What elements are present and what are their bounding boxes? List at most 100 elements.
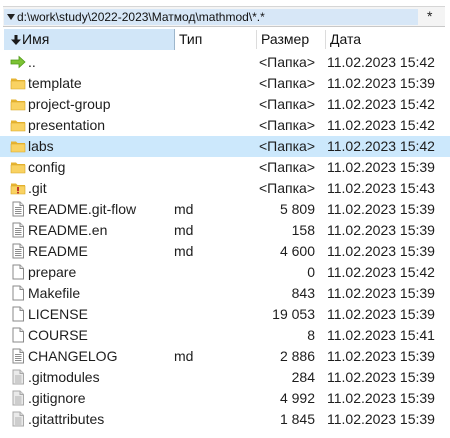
file-date: 11.02.2023 15:39 — [327, 75, 435, 91]
file-size: <Папка> — [259, 117, 315, 133]
blank-file-icon — [12, 264, 24, 280]
file-date: 11.02.2023 15:42 — [327, 264, 435, 280]
file-row[interactable]: README.git-flow md 5 809 11.02.2023 15:39 — [0, 199, 450, 220]
file-extension: md — [174, 348, 194, 364]
file-size: <Папка> — [259, 54, 315, 70]
text-file-icon — [12, 243, 24, 259]
folder-icon — [10, 141, 26, 153]
file-row[interactable]: README.en md 158 11.02.2023 15:39 — [0, 220, 450, 241]
file-date: 11.02.2023 15:39 — [327, 348, 435, 364]
file-name: config — [28, 159, 66, 175]
file-row[interactable]: LICENSE 19 053 11.02.2023 15:39 — [0, 304, 450, 325]
file-row[interactable]: template <Папка> 11.02.2023 15:39 — [0, 73, 450, 94]
folder-icon — [10, 120, 26, 132]
file-date: 11.02.2023 15:42 — [327, 96, 435, 112]
hidden-file-icon — [12, 369, 24, 385]
hidden-file-icon — [12, 390, 24, 406]
file-name: presentation — [28, 117, 106, 133]
file-size: 2 886 — [279, 348, 315, 364]
file-row[interactable]: CHANGELOG md 2 886 11.02.2023 15:39 — [0, 346, 450, 367]
file-date: 11.02.2023 15:42 — [327, 138, 435, 154]
column-ext-header[interactable]: Тип — [179, 29, 202, 50]
file-row[interactable]: project-group <Папка> 11.02.2023 15:42 — [0, 94, 450, 115]
file-row[interactable]: .gitignore 4 992 11.02.2023 15:39 — [0, 388, 450, 409]
file-name: LICENSE — [28, 306, 88, 322]
column-divider[interactable] — [325, 30, 326, 49]
file-extension: md — [174, 222, 194, 238]
file-date: 11.02.2023 15:42 — [327, 117, 435, 133]
file-date: 11.02.2023 15:39 — [327, 201, 435, 217]
file-size: 8 — [307, 327, 315, 343]
file-row[interactable]: .gitmodules 284 11.02.2023 15:39 — [0, 367, 450, 388]
file-name: README.git-flow — [28, 201, 137, 217]
blank-file-icon — [12, 306, 24, 322]
file-date: 11.02.2023 15:42 — [327, 54, 435, 70]
column-name-header[interactable]: Имя — [4, 29, 175, 50]
file-size: 4 992 — [279, 390, 315, 406]
file-date: 11.02.2023 15:39 — [327, 285, 435, 301]
file-size: <Папка> — [259, 180, 315, 196]
file-size: 19 053 — [272, 306, 315, 322]
file-row[interactable]: labs <Папка> 11.02.2023 15:42 — [0, 136, 450, 157]
file-row[interactable]: config <Папка> 11.02.2023 15:39 — [0, 157, 450, 178]
file-name: template — [28, 75, 82, 91]
file-extension: md — [174, 243, 194, 259]
column-size-header[interactable]: Размер — [261, 29, 309, 50]
column-name-label: Имя — [22, 31, 50, 47]
file-extension: md — [174, 201, 194, 217]
blank-file-icon — [12, 285, 24, 301]
current-path: d:\work\study\2022-2023\Матмод\mathmod\*… — [17, 10, 265, 24]
file-name: project-group — [28, 96, 111, 112]
filter-star-button[interactable]: * — [427, 8, 432, 24]
file-size: 0 — [307, 264, 315, 280]
file-row[interactable]: .git <Папка> 11.02.2023 15:43 — [0, 178, 450, 199]
history-dropdown-icon[interactable] — [7, 13, 15, 21]
file-row[interactable]: presentation <Папка> 11.02.2023 15:42 — [0, 115, 450, 136]
file-name: COURSE — [28, 327, 88, 343]
text-file-icon — [12, 222, 24, 238]
file-name: .. — [28, 54, 36, 70]
file-size: 1 845 — [279, 411, 315, 427]
file-date: 11.02.2023 15:43 — [327, 180, 435, 196]
hidden-file-icon — [12, 411, 24, 427]
file-name: .gitmodules — [28, 369, 100, 385]
up-arrow-icon — [10, 55, 26, 69]
file-size: <Папка> — [259, 75, 315, 91]
file-row[interactable]: COURSE 8 11.02.2023 15:41 — [0, 325, 450, 346]
file-date: 11.02.2023 15:39 — [327, 159, 435, 175]
file-size: 284 — [291, 369, 315, 385]
file-row[interactable]: README md 4 600 11.02.2023 15:39 — [0, 241, 450, 262]
sort-descending-icon — [11, 35, 21, 45]
column-divider[interactable] — [256, 30, 257, 49]
file-name: CHANGELOG — [28, 348, 118, 364]
blank-file-icon — [12, 327, 24, 343]
column-date-header[interactable]: Дата — [330, 29, 361, 50]
file-name: README — [28, 243, 88, 259]
file-size: 843 — [291, 285, 315, 301]
file-date: 11.02.2023 15:41 — [327, 327, 435, 343]
column-header: Имя Тип Размер Дата — [0, 29, 450, 50]
file-row[interactable]: Makefile 843 11.02.2023 15:39 — [0, 283, 450, 304]
file-name: .gitattributes — [28, 411, 105, 427]
file-name: README.en — [28, 222, 108, 238]
file-size: 158 — [291, 222, 315, 238]
folder-icon — [10, 78, 26, 90]
file-date: 11.02.2023 15:39 — [327, 411, 435, 427]
path-box[interactable]: d:\work\study\2022-2023\Матмод\mathmod\*… — [4, 9, 418, 25]
file-size: <Папка> — [259, 138, 315, 154]
file-row[interactable]: prepare 0 11.02.2023 15:42 — [0, 262, 450, 283]
file-date: 11.02.2023 15:39 — [327, 222, 435, 238]
hidden-folder-icon — [10, 183, 26, 195]
file-row[interactable]: .gitattributes 1 845 11.02.2023 15:39 — [0, 409, 450, 430]
path-bar[interactable]: d:\work\study\2022-2023\Матмод\mathmod\*… — [3, 6, 445, 27]
file-name: .git — [28, 180, 47, 196]
folder-icon — [10, 99, 26, 111]
file-name: prepare — [28, 264, 77, 280]
column-divider[interactable] — [174, 29, 175, 50]
file-date: 11.02.2023 15:39 — [327, 243, 435, 259]
file-row[interactable]: .. <Папка> 11.02.2023 15:42 — [0, 52, 450, 73]
file-name: labs — [28, 138, 54, 154]
file-date: 11.02.2023 15:39 — [327, 306, 435, 322]
text-file-icon — [12, 348, 24, 364]
file-name: .gitignore — [28, 390, 86, 406]
